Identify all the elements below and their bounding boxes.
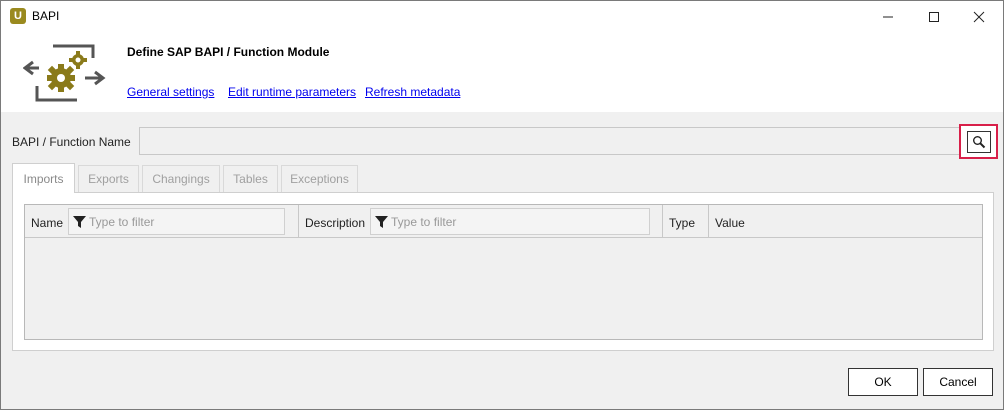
function-name-input[interactable] bbox=[139, 127, 961, 155]
parameters-grid: Name Description Type bbox=[24, 204, 983, 340]
cancel-button[interactable]: Cancel bbox=[923, 368, 993, 396]
name-filter[interactable] bbox=[68, 208, 285, 235]
column-type-label: Type bbox=[669, 216, 696, 230]
column-description-label: Description bbox=[305, 216, 366, 230]
app-logo-icon: U bbox=[10, 8, 26, 24]
column-type: Type bbox=[663, 205, 709, 238]
header-title: Define SAP BAPI / Function Module bbox=[127, 45, 330, 59]
refresh-metadata-link[interactable]: Refresh metadata bbox=[365, 85, 460, 99]
general-settings-link[interactable]: General settings bbox=[127, 85, 214, 99]
column-value-label: Value bbox=[715, 216, 745, 230]
minimize-icon bbox=[883, 16, 893, 17]
ok-button[interactable]: OK bbox=[848, 368, 918, 396]
tab-exceptions[interactable]: Exceptions bbox=[281, 165, 358, 192]
maximize-button[interactable] bbox=[911, 1, 957, 32]
close-icon bbox=[973, 11, 985, 22]
imports-tab-panel: Name Description Type bbox=[12, 192, 994, 351]
tab-changings[interactable]: Changings bbox=[142, 165, 220, 192]
column-name: Name bbox=[25, 205, 299, 238]
maximize-icon bbox=[929, 11, 939, 22]
column-name-label: Name bbox=[31, 216, 64, 230]
search-button-highlight bbox=[959, 124, 998, 159]
close-button[interactable] bbox=[956, 1, 1002, 32]
edit-runtime-parameters-link[interactable]: Edit runtime parameters bbox=[228, 85, 356, 99]
tab-imports[interactable]: Imports bbox=[12, 163, 75, 193]
column-description: Description bbox=[299, 205, 663, 238]
description-filter[interactable] bbox=[370, 208, 650, 235]
column-value: Value bbox=[709, 205, 982, 238]
minimize-button[interactable] bbox=[865, 1, 911, 32]
search-function-button[interactable] bbox=[967, 131, 991, 153]
search-icon bbox=[973, 136, 986, 149]
tab-tables[interactable]: Tables bbox=[223, 165, 278, 192]
function-name-label: BAPI / Function Name bbox=[12, 135, 131, 149]
dialog-header: Define SAP BAPI / Function Module Genera… bbox=[1, 32, 1003, 112]
bapi-dialog: U BAPI Define SAP BAPI / Function Module… bbox=[0, 0, 1004, 410]
name-filter-input[interactable] bbox=[89, 209, 282, 234]
window-title: BAPI bbox=[32, 9, 60, 23]
description-filter-input[interactable] bbox=[391, 209, 647, 234]
title-bar: U BAPI bbox=[1, 1, 1003, 32]
filter-icon bbox=[375, 216, 388, 228]
bapi-gears-icon bbox=[23, 44, 106, 102]
grid-header: Name Description Type bbox=[25, 205, 982, 238]
filter-icon bbox=[73, 216, 86, 228]
tab-exports[interactable]: Exports bbox=[78, 165, 139, 192]
